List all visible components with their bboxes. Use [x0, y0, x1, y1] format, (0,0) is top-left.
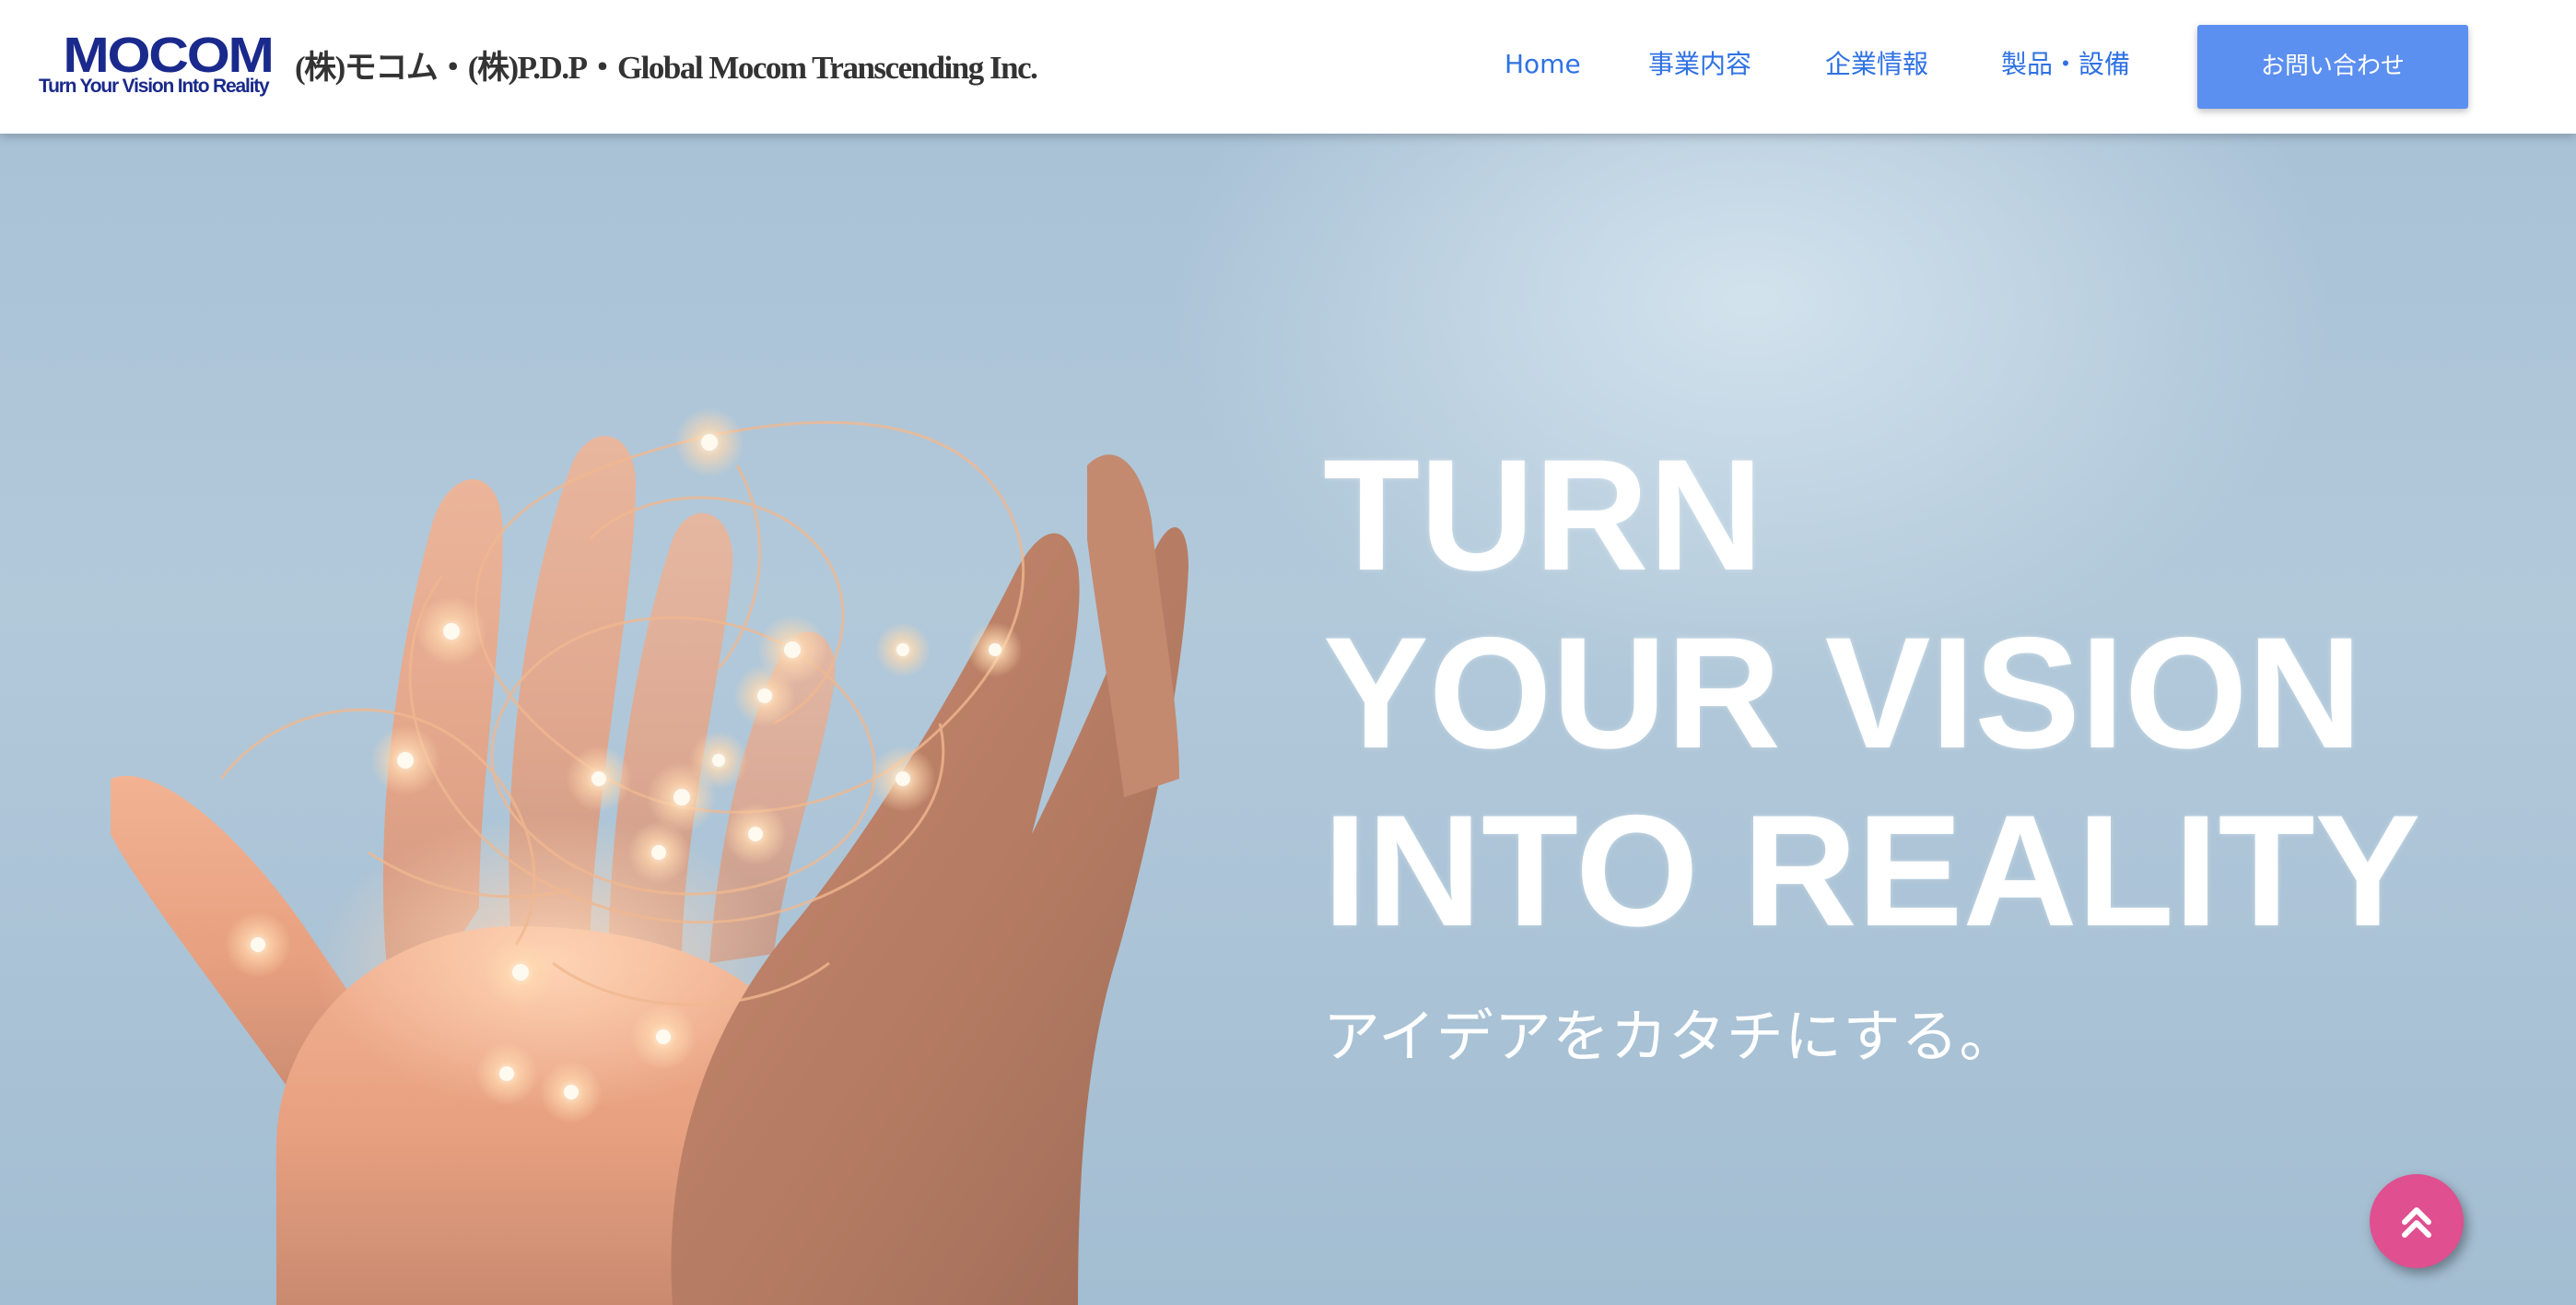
logo-tagline: Turn Your Vision Into Reality [39, 76, 270, 97]
hands-fairy-lights-image [111, 407, 1188, 1305]
nav-products-equipment[interactable]: 製品・設備 [2001, 44, 2130, 85]
nav-business[interactable]: 事業内容 [1648, 44, 1751, 85]
nav-home[interactable]: Home [1505, 44, 1581, 85]
scroll-to-top-button[interactable] [2370, 1174, 2464, 1268]
hero-headline: TURN YOUR VISION INTO REALITY [1323, 427, 2420, 960]
site-header: MOCOM Turn Your Vision Into Reality (株)モ… [0, 0, 2576, 134]
contact-button[interactable]: お問い合わせ [2197, 25, 2468, 109]
headline-line-1: TURN [1323, 427, 1763, 604]
headline-line-3: INTO REALITY [1323, 782, 2421, 959]
company-name: (株)モコム・(株)P.D.P・Global Mocom Transcendin… [295, 50, 1038, 86]
nav-company-info[interactable]: 企業情報 [1825, 44, 1928, 85]
hero-subtitle: アイデアをカタチにする。 [1323, 1003, 2018, 1070]
double-chevron-up-icon [2402, 1207, 2431, 1238]
hero-section: TURN YOUR VISION INTO REALITY アイデアをカタチにす… [0, 134, 2576, 1305]
headline-line-2: YOUR VISION [1323, 605, 2362, 782]
mocom-logo[interactable]: MOCOM Turn Your Vision Into Reality [39, 28, 275, 100]
